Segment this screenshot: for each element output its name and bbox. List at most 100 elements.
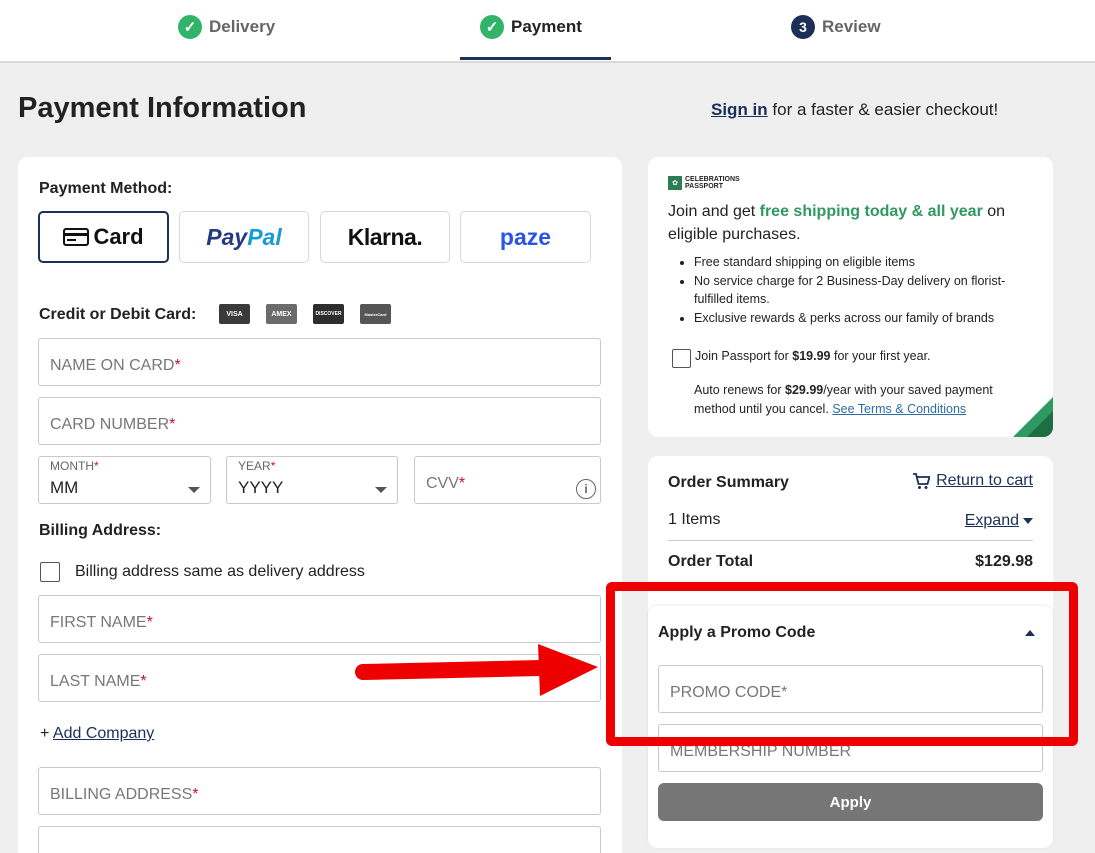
required-marker: * bbox=[270, 459, 276, 473]
first-name-placeholder-text: FIRST NAME bbox=[50, 614, 147, 631]
month-value: MM bbox=[50, 478, 79, 497]
step-review[interactable]: 3 Review bbox=[791, 14, 881, 40]
credit-card-label: Credit or Debit Card: bbox=[39, 306, 197, 323]
billing-address-line2-field[interactable] bbox=[38, 826, 601, 853]
paypal-logo-part-b: Pal bbox=[247, 223, 282, 250]
visa-logo: VISA bbox=[219, 304, 250, 324]
join-passport-text-b: for your first year. bbox=[830, 349, 931, 363]
card-number-field[interactable]: CARD NUMBER* bbox=[38, 397, 601, 445]
amex-logo: AMEX bbox=[266, 304, 297, 324]
passport-offer-card: ✿ CELEBRATIONS PASSPORT Join and get free… bbox=[648, 157, 1053, 437]
benefit-item: No service charge for 2 Business-Day del… bbox=[694, 272, 1038, 309]
order-summary-title: Order Summary bbox=[668, 474, 789, 491]
year-label: YEAR* bbox=[238, 459, 275, 473]
expand-items-toggle[interactable]: Expand bbox=[965, 512, 1033, 530]
pay-with-klarna-button[interactable]: Klarna. bbox=[320, 211, 450, 263]
chevron-down-icon bbox=[375, 487, 387, 493]
billing-address-field[interactable]: BILLING ADDRESS* bbox=[38, 767, 601, 815]
signin-prompt-text: for a faster & easier checkout! bbox=[767, 100, 999, 119]
last-name-placeholder: LAST NAME* bbox=[50, 673, 147, 691]
benefit-item: Exclusive rewards & perks across our fam… bbox=[694, 309, 1038, 328]
same-address-label[interactable]: Billing address same as delivery address bbox=[75, 563, 365, 581]
signin-link[interactable]: Sign in bbox=[711, 100, 768, 119]
paypal-logo: PayPal bbox=[206, 224, 281, 251]
terms-link[interactable]: See Terms & Conditions bbox=[832, 402, 966, 416]
billing-address-label: Billing Address: bbox=[39, 522, 162, 539]
benefit-item: Free standard shipping on eligible items bbox=[694, 253, 1038, 272]
item-count: 1 Items bbox=[668, 511, 721, 528]
discover-logo: DISCOVER bbox=[313, 304, 344, 324]
annotation-arrow-icon bbox=[355, 644, 598, 696]
cart-icon bbox=[913, 472, 931, 489]
pay-with-paypal-button[interactable]: PayPal bbox=[179, 211, 309, 263]
join-passport-label[interactable]: Join Passport for $19.99 for your first … bbox=[695, 349, 931, 363]
join-passport-checkbox[interactable] bbox=[672, 349, 691, 368]
passport-logo: ✿ CELEBRATIONS PASSPORT bbox=[668, 176, 740, 190]
billing-address-placeholder: BILLING ADDRESS* bbox=[50, 786, 199, 804]
required-marker: * bbox=[140, 673, 147, 690]
join-passport-text-a: Join Passport for bbox=[695, 349, 793, 363]
passport-logo-icon: ✿ bbox=[668, 176, 682, 190]
required-marker: * bbox=[192, 786, 199, 803]
passport-logo-line2: PASSPORT bbox=[685, 183, 723, 190]
required-marker: * bbox=[458, 475, 466, 492]
name-on-card-placeholder: NAME ON CARD* bbox=[50, 357, 181, 375]
order-total-label: Order Total bbox=[668, 553, 754, 570]
pay-with-card-button[interactable]: Card bbox=[38, 211, 169, 263]
renew-price: $29.99 bbox=[785, 383, 824, 397]
passport-logo-text: CELEBRATIONS PASSPORT bbox=[685, 176, 740, 190]
paypal-logo-part-a: Pay bbox=[206, 223, 248, 250]
required-marker: * bbox=[94, 459, 99, 473]
passport-benefits: Free standard shipping on eligible items… bbox=[678, 253, 1038, 328]
paze-logo: paze bbox=[499, 223, 552, 250]
passport-headline-a: Join and get bbox=[668, 203, 760, 220]
add-company: + Add Company bbox=[40, 725, 154, 743]
klarna-logo: Klarna. bbox=[347, 223, 423, 250]
summary-divider bbox=[668, 540, 1033, 541]
step-delivery[interactable]: ✓ Delivery bbox=[178, 14, 275, 40]
cvv-placeholder: CVV* bbox=[426, 475, 465, 493]
decorative-corner-inner bbox=[1027, 411, 1053, 437]
apply-promo-button[interactable]: Apply bbox=[658, 783, 1043, 821]
year-select[interactable]: YEAR* YYYY bbox=[226, 456, 398, 504]
first-name-placeholder: FIRST NAME* bbox=[50, 614, 153, 632]
info-icon[interactable]: i bbox=[576, 479, 596, 499]
passport-renewal-note: Auto renews for $29.99/year with your sa… bbox=[694, 381, 1034, 419]
month-label: MONTH* bbox=[50, 459, 99, 473]
step-delivery-label: Delivery bbox=[209, 17, 276, 36]
active-step-underline bbox=[460, 57, 611, 60]
step-number-badge: 3 bbox=[791, 15, 815, 39]
chevron-down-icon bbox=[188, 487, 200, 493]
name-on-card-field[interactable]: NAME ON CARD* bbox=[38, 338, 601, 386]
payment-method-label: Payment Method: bbox=[39, 180, 173, 197]
renew-text-a: Auto renews for bbox=[694, 383, 786, 397]
month-label-text: MONTH bbox=[50, 459, 94, 473]
pay-with-paze-button[interactable]: paze bbox=[460, 211, 591, 263]
required-marker: * bbox=[146, 614, 153, 631]
first-name-field[interactable]: FIRST NAME* bbox=[38, 595, 601, 643]
card-number-placeholder-text: CARD NUMBER bbox=[50, 416, 170, 433]
order-total-value: $129.98 bbox=[975, 553, 1033, 570]
page-title: Payment Information bbox=[18, 92, 307, 124]
plus-icon: + bbox=[40, 725, 53, 742]
card-option-label: Card bbox=[93, 224, 144, 249]
return-to-cart[interactable]: Return to cart bbox=[912, 472, 1033, 490]
name-on-card-placeholder-text: NAME ON CARD bbox=[50, 357, 175, 374]
checkout-steps: ✓ Delivery ✓ Payment 3 Review bbox=[0, 0, 1095, 63]
passport-headline-highlight: free shipping today & all year bbox=[759, 203, 983, 220]
required-marker: * bbox=[174, 357, 181, 374]
step-payment[interactable]: ✓ Payment bbox=[480, 14, 582, 40]
check-circle-icon: ✓ bbox=[178, 15, 202, 39]
chevron-down-icon bbox=[1023, 518, 1033, 524]
same-address-checkbox[interactable] bbox=[40, 562, 60, 582]
month-select[interactable]: MONTH* MM bbox=[38, 456, 211, 504]
add-company-link[interactable]: Add Company bbox=[53, 725, 154, 742]
annotation-highlight-box bbox=[606, 582, 1078, 746]
step-payment-label: Payment bbox=[511, 17, 582, 36]
passport-logo-line1: CELEBRATIONS bbox=[685, 176, 740, 183]
year-value: YYYY bbox=[238, 478, 284, 497]
passport-headline: Join and get free shipping today & all y… bbox=[668, 200, 1038, 246]
cvv-field[interactable]: CVV* i bbox=[414, 456, 601, 504]
return-to-cart-link[interactable]: Return to cart bbox=[936, 472, 1033, 490]
signin-prompt: Sign in for a faster & easier checkout! bbox=[711, 100, 998, 120]
